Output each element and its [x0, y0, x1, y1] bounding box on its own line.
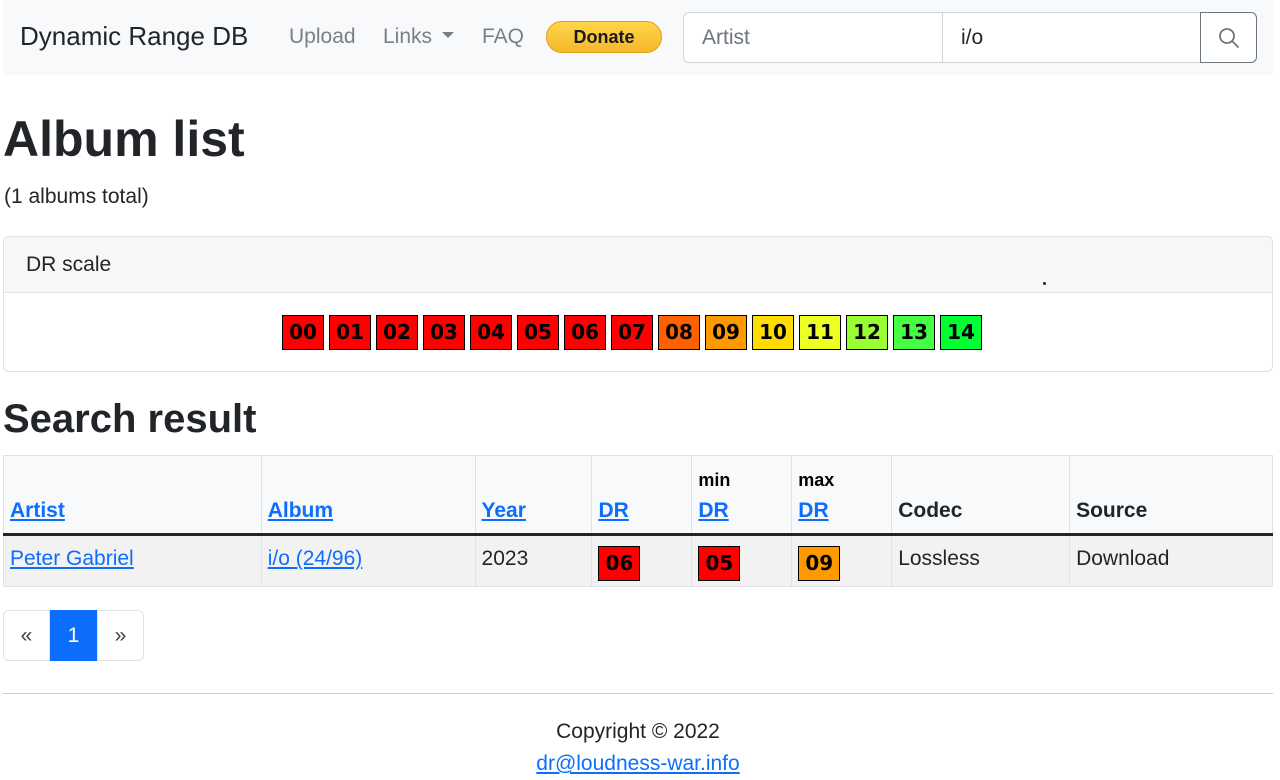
pagination-next[interactable]: »: [97, 610, 144, 661]
nav-links-dropdown[interactable]: Links: [383, 25, 455, 49]
cell-codec: Lossless: [891, 534, 1070, 587]
col-min-dr: min DR: [691, 455, 792, 536]
dr-scale-box: 10: [752, 315, 794, 350]
pagination-prev[interactable]: «: [3, 610, 50, 661]
table-row: Peter Gabriel i/o (24/96) 2023 06 05 09 …: [3, 534, 1273, 587]
dr-scale-header: DR scale: [4, 237, 1272, 293]
email-link[interactable]: dr@loudness-war.info: [536, 752, 739, 775]
dr-scale-box: 07: [611, 315, 653, 350]
dr-scale-box: 14: [940, 315, 982, 350]
nav-faq-link[interactable]: FAQ: [482, 25, 524, 49]
dr-scale-box: 02: [376, 315, 418, 350]
footer-copyright: Copyright © 2022: [556, 720, 720, 743]
dr-scale-box: 01: [329, 315, 371, 350]
dr-scale-box: 08: [658, 315, 700, 350]
artist-link[interactable]: Peter Gabriel: [10, 547, 134, 570]
caret-down-icon: [442, 32, 455, 39]
dr-scale-boxes: 00 01 02 03 04 05 06 07 08 09 10 11 12 13 14: [282, 315, 987, 350]
col-source: Source: [1069, 455, 1273, 536]
min-dr-badge: 05: [698, 546, 741, 581]
cell-year: 2023: [474, 534, 592, 587]
dr-scale-box: 13: [893, 315, 935, 350]
album-link[interactable]: i/o (24/96): [268, 547, 363, 570]
dr-badge: 06: [598, 546, 641, 581]
sort-artist-link[interactable]: Artist: [10, 499, 65, 522]
dr-scale-box: 04: [470, 315, 512, 350]
table-header-row: Artist Album Year DR min DR max DR Codec S…: [3, 455, 1273, 536]
search-button[interactable]: [1200, 12, 1257, 63]
page-title: Album list: [3, 111, 245, 167]
dr-scale-card: DR scale 00 01 02 03 04 05 06 07 08 09 10 11 12 13 14: [3, 236, 1273, 372]
sort-year-link[interactable]: Year: [482, 499, 526, 522]
dr-scale-body: 00 01 02 03 04 05 06 07 08 09 10 11 12 13 14: [4, 282, 1272, 371]
albums-total: (1 albums total): [4, 185, 149, 208]
nav-links-label: Links: [383, 25, 433, 48]
footer-email: dr@loudness-war.info: [0, 752, 1276, 776]
results-table: Artist Album Year DR min DR max DR Codec S…: [3, 455, 1273, 587]
search-type-select[interactable]: Artist: [684, 13, 943, 62]
min-label: min: [698, 470, 731, 490]
dr-scale-box: 11: [799, 315, 841, 350]
search-input[interactable]: i/o: [943, 13, 1200, 62]
max-dr-badge: 09: [798, 546, 841, 581]
sort-min-dr-link[interactable]: DR: [698, 499, 728, 522]
dr-scale-box: 12: [846, 315, 888, 350]
col-dr: DR: [591, 455, 692, 536]
cell-max-dr: 09: [791, 534, 892, 587]
footer-divider: [3, 693, 1273, 694]
sort-max-dr-link[interactable]: DR: [798, 499, 828, 522]
pagination: « 1 »: [3, 610, 144, 661]
pagination-page-1[interactable]: 1: [50, 610, 97, 661]
dr-scale-box: 00: [282, 315, 324, 350]
dr-scale-box: 05: [517, 315, 559, 350]
sort-album-link[interactable]: Album: [268, 499, 333, 522]
search-result-title: Search result: [3, 397, 257, 441]
cell-album: i/o (24/96): [260, 534, 476, 587]
dr-scale-box: 09: [705, 315, 747, 350]
col-album: Album: [260, 455, 476, 536]
cell-artist: Peter Gabriel: [3, 534, 262, 587]
col-codec: Codec: [891, 455, 1070, 536]
max-label: max: [798, 470, 835, 490]
cell-dr: 06: [591, 534, 692, 587]
brand-link[interactable]: Dynamic Range DB: [20, 21, 248, 52]
nav-upload-link[interactable]: Upload: [289, 25, 356, 49]
cell-min-dr: 05: [691, 534, 792, 587]
sort-dr-link[interactable]: DR: [598, 499, 628, 522]
donate-button[interactable]: Donate: [546, 21, 662, 53]
col-artist: Artist: [3, 455, 262, 536]
search-form: Artist i/o: [683, 12, 1257, 63]
cell-source: Download: [1069, 534, 1273, 587]
navbar: Dynamic Range DB Upload Links FAQ Donate…: [3, 0, 1273, 75]
col-max-dr: max DR: [791, 455, 892, 536]
dr-scale-box: 03: [423, 315, 465, 350]
col-year: Year: [474, 455, 592, 536]
dr-scale-box: 06: [564, 315, 606, 350]
search-icon: [1219, 28, 1239, 48]
stray-dot: [1043, 282, 1046, 285]
